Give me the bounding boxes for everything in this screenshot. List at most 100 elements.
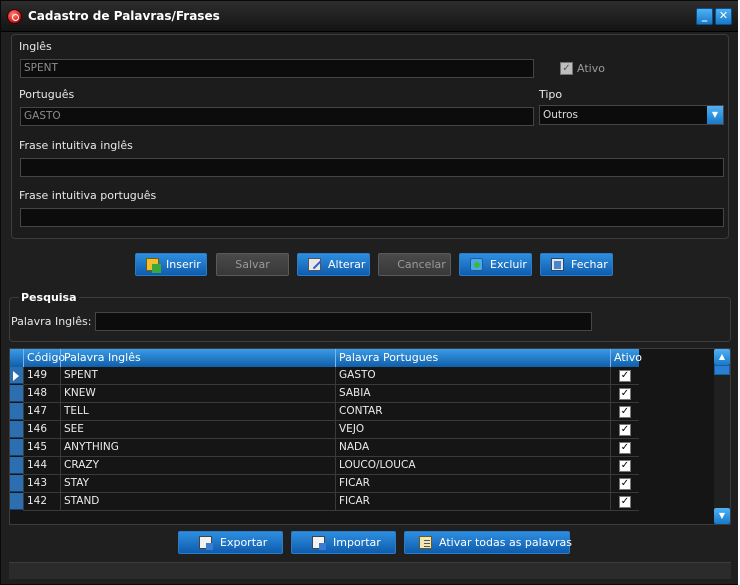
table-row[interactable]: 148 KNEW SABIA ✓ xyxy=(10,385,639,403)
cell-active[interactable]: ✓ xyxy=(610,367,639,385)
cell-active[interactable]: ✓ xyxy=(610,439,639,457)
scroll-up-icon[interactable]: ▲ xyxy=(714,349,730,365)
table-row[interactable]: 146 SEE VEJO ✓ xyxy=(10,421,639,439)
active-checkbox[interactable]: ✓ xyxy=(619,370,631,382)
exportar-label: Exportar xyxy=(220,536,268,549)
cell-english[interactable]: ANYTHING xyxy=(60,439,335,457)
alterar-label: Alterar xyxy=(328,258,366,271)
row-indicator[interactable] xyxy=(10,367,23,384)
cell-portuguese[interactable]: NADA xyxy=(335,439,610,457)
table-row[interactable]: 143 STAY FICAR ✓ xyxy=(10,475,639,493)
active-checkbox[interactable]: ✓ xyxy=(619,442,631,454)
cell-code[interactable]: 143 xyxy=(23,475,60,493)
cell-code[interactable]: 148 xyxy=(23,385,60,403)
header-palavra-ingles[interactable]: Palavra Inglês xyxy=(60,349,335,367)
active-checkbox[interactable]: ✓ xyxy=(619,460,631,472)
tipo-label: Tipo xyxy=(539,88,563,101)
cancelar-button[interactable]: Cancelar xyxy=(378,253,451,276)
scroll-thumb[interactable] xyxy=(714,365,730,375)
ingles-field[interactable]: SPENT xyxy=(20,59,534,78)
cell-active[interactable]: ✓ xyxy=(610,385,639,403)
edit-icon xyxy=(308,258,321,271)
vertical-scrollbar[interactable]: ▲ ▼ xyxy=(714,349,730,524)
row-indicator[interactable] xyxy=(10,457,23,474)
cell-english[interactable]: STAY xyxy=(60,475,335,493)
table-row[interactable]: 144 CRAZY LOUCO/LOUCA ✓ xyxy=(10,457,639,475)
fechar-label: Fechar xyxy=(571,258,608,271)
minimize-button[interactable]: _ xyxy=(696,8,713,25)
dropdown-arrow-icon[interactable]: ▼ xyxy=(707,106,723,124)
cell-code[interactable]: 147 xyxy=(23,403,60,421)
row-indicator[interactable] xyxy=(10,475,23,492)
cell-active[interactable]: ✓ xyxy=(610,493,639,511)
alterar-button[interactable]: Alterar xyxy=(297,253,370,276)
tipo-selected-value: Outros xyxy=(543,109,579,121)
cell-portuguese[interactable]: FICAR xyxy=(335,475,610,493)
cell-code[interactable]: 145 xyxy=(23,439,60,457)
main-window: Cadastro de Palavras/Frases _ ✕ Inglês S… xyxy=(0,0,740,585)
active-checkbox[interactable]: ✓ xyxy=(619,388,631,400)
row-indicator[interactable] xyxy=(10,493,23,510)
tipo-select[interactable]: Outros ▼ xyxy=(539,105,724,125)
frase-portugues-label: Frase intuitiva português xyxy=(19,189,157,202)
cell-english[interactable]: KNEW xyxy=(60,385,335,403)
activate-list-icon xyxy=(419,536,432,549)
cell-english[interactable]: SPENT xyxy=(60,367,335,385)
words-grid[interactable]: Código Palavra Inglês Palavra Portugues … xyxy=(9,348,731,525)
frase-ingles-field[interactable] xyxy=(20,158,724,177)
cell-active[interactable]: ✓ xyxy=(610,421,639,439)
cell-portuguese[interactable]: LOUCO/LOUCA xyxy=(335,457,610,475)
excluir-button[interactable]: Excluir xyxy=(459,253,532,276)
frase-ingles-label: Frase intuitiva inglês xyxy=(19,139,133,152)
active-checkbox[interactable]: ✓ xyxy=(619,406,631,418)
frase-portugues-field[interactable] xyxy=(20,208,724,227)
search-input[interactable] xyxy=(95,312,592,331)
ingles-label: Inglês xyxy=(19,40,52,53)
inserir-button[interactable]: Inserir xyxy=(135,253,207,276)
cell-english[interactable]: CRAZY xyxy=(60,457,335,475)
fechar-button[interactable]: Fechar xyxy=(540,253,613,276)
active-checkbox[interactable]: ✓ xyxy=(619,424,631,436)
close-window-button[interactable]: ✕ xyxy=(715,8,732,25)
cell-portuguese[interactable]: GASTO xyxy=(335,367,610,385)
exportar-button[interactable]: Exportar xyxy=(178,531,283,554)
cell-active[interactable]: ✓ xyxy=(610,403,639,421)
title-bar[interactable]: Cadastro de Palavras/Frases _ ✕ xyxy=(1,1,739,32)
importar-button[interactable]: Importar xyxy=(291,531,396,554)
header-codigo[interactable]: Código xyxy=(23,349,65,367)
header-indicator xyxy=(10,349,23,367)
cell-portuguese[interactable]: FICAR xyxy=(335,493,610,511)
header-palavra-portugues[interactable]: Palavra Portugues xyxy=(335,349,610,367)
importar-label: Importar xyxy=(333,536,381,549)
ativar-todas-button[interactable]: Ativar todas as palavras xyxy=(404,531,572,554)
ativo-checkbox[interactable]: ✓ xyxy=(560,62,573,75)
cell-code[interactable]: 144 xyxy=(23,457,60,475)
row-indicator[interactable] xyxy=(10,421,23,438)
row-indicator[interactable] xyxy=(10,385,23,402)
cell-code[interactable]: 146 xyxy=(23,421,60,439)
row-indicator[interactable] xyxy=(10,403,23,420)
cell-english[interactable]: STAND xyxy=(60,493,335,511)
cell-portuguese[interactable]: VEJO xyxy=(335,421,610,439)
table-row[interactable]: 142 STAND FICAR ✓ xyxy=(10,493,639,511)
cell-english[interactable]: TELL xyxy=(60,403,335,421)
portugues-field[interactable]: GASTO xyxy=(20,107,534,126)
cell-english[interactable]: SEE xyxy=(60,421,335,439)
table-row[interactable]: 147 TELL CONTAR ✓ xyxy=(10,403,639,421)
active-checkbox[interactable]: ✓ xyxy=(619,478,631,490)
salvar-button[interactable]: Salvar xyxy=(216,253,289,276)
search-title: Pesquisa xyxy=(19,291,79,304)
scroll-down-icon[interactable]: ▼ xyxy=(714,508,730,524)
cell-active[interactable]: ✓ xyxy=(610,457,639,475)
cell-code[interactable]: 149 xyxy=(23,367,60,385)
active-checkbox[interactable]: ✓ xyxy=(619,496,631,508)
cell-portuguese[interactable]: CONTAR xyxy=(335,403,610,421)
status-bar xyxy=(9,562,731,579)
cell-portuguese[interactable]: SABIA xyxy=(335,385,610,403)
cell-code[interactable]: 142 xyxy=(23,493,60,511)
header-ativo[interactable]: Ativo xyxy=(610,349,642,367)
table-row[interactable]: 149 SPENT GASTO ✓ xyxy=(10,367,639,385)
row-indicator[interactable] xyxy=(10,439,23,456)
table-row[interactable]: 145 ANYTHING NADA ✓ xyxy=(10,439,639,457)
cell-active[interactable]: ✓ xyxy=(610,475,639,493)
